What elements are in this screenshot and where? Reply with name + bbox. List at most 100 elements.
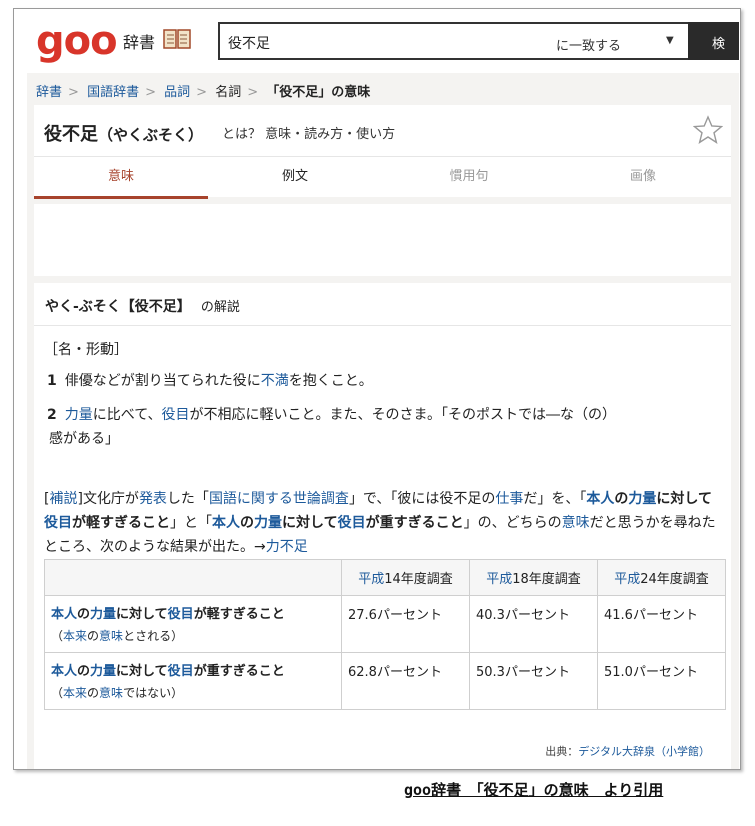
breadcrumb-jisho[interactable]: 辞書 (36, 85, 62, 100)
word-link[interactable]: 力量 (90, 607, 116, 622)
breadcrumb-separator-icon: > (196, 85, 208, 100)
word-link[interactable]: 役目 (168, 607, 194, 622)
word-link[interactable]: 本人 (212, 515, 240, 531)
table-cell: 27.6パーセント (341, 595, 470, 653)
word-link[interactable]: 本人 (51, 607, 77, 622)
note-text: 」で、「彼には役不足の (348, 491, 496, 507)
search-button[interactable]: 検 (688, 22, 739, 60)
word-link[interactable]: 国語に関する世論調査 (209, 491, 349, 507)
tab-example[interactable]: 例文 (208, 157, 382, 199)
label-text: の (77, 664, 91, 679)
sub-text: とされる） (123, 629, 184, 643)
definition-text: が不相応に軽いこと。また、そのさま。「そのポストでは―な（の） (189, 407, 616, 423)
row-label-cell: 本人の力量に対して役目が重すぎること （本来の意味ではない） (44, 652, 342, 710)
note-bold-text: の (240, 515, 254, 531)
word-link[interactable]: 役目 (168, 664, 194, 679)
header-text: 18年度調査 (512, 572, 581, 587)
dropdown-arrow-icon[interactable]: ▼ (666, 35, 674, 46)
word-link[interactable]: 平成 (614, 572, 640, 587)
breadcrumb-meishi: 名詞 (215, 85, 242, 100)
label-text: の (77, 607, 91, 622)
word-link[interactable]: 不満 (261, 373, 289, 389)
word-link[interactable]: 本人 (51, 664, 77, 679)
title-word: 役不足 (44, 124, 98, 145)
word-link[interactable]: 力量 (254, 515, 282, 531)
word-link[interactable]: 力量 (65, 407, 93, 423)
service-name[interactable]: 辞書 (123, 29, 155, 53)
note-bold-text: に対して (282, 515, 338, 531)
title-reading: （やくぶそく） (98, 126, 204, 144)
entry-headword: やく-ぶそく【役不足】 (45, 299, 191, 315)
note-bold-text: が軽すぎること (72, 515, 170, 531)
word-link[interactable]: 仕事 (495, 491, 523, 507)
word-link[interactable]: 役目 (338, 515, 366, 531)
goo-logo[interactable]: goo (36, 21, 118, 61)
tab-bar: 意味 例文 慣用句 画像 (34, 156, 731, 199)
word-link[interactable]: 力不足 (266, 539, 308, 555)
table-header-blank (44, 559, 342, 596)
table-cell: 51.0パーセント (597, 652, 726, 710)
row-label-cell: 本人の力量に対して役目が軽すぎること （本来 の意味とされる） (44, 595, 342, 653)
source-label: 出典： (545, 745, 579, 758)
table-header: 平成18年度調査 (469, 559, 598, 596)
dictionary-book-icon (163, 29, 191, 49)
row-label: 本人の力量に対して役目が軽すぎること (51, 604, 335, 626)
breadcrumb-kokugo[interactable]: 国語辞書 (87, 85, 139, 100)
source-link[interactable]: デジタル大辞泉（小学館） (578, 745, 710, 758)
label-text: に対して (116, 664, 168, 679)
entry-card: やく-ぶそく【役不足】 の解説 ［名・形動］ 1 俳優などが割り当てられた役に不満を… (34, 283, 731, 769)
word-link[interactable]: 発表 (139, 491, 167, 507)
table-cell: 40.3パーセント (469, 595, 598, 653)
word-link[interactable]: 意味 (99, 629, 123, 643)
entry-heading: やく-ぶそく【役不足】 の解説 (45, 296, 240, 316)
sub-text: （ (51, 686, 64, 700)
table-row: 本人の力量に対して役目が重すぎること （本来の意味ではない） 62.8パーセント… (44, 652, 726, 710)
title-suffix: とは？ 意味・読み方・使い方 (222, 127, 396, 142)
header-text: 14年度調査 (384, 572, 453, 587)
match-mode-select[interactable]: に一致する (556, 35, 621, 54)
table-header: 平成24年度調査 (597, 559, 726, 596)
definition-text: 感がある」 (49, 431, 119, 447)
row-label: 本人の力量に対して役目が重すぎること (51, 661, 335, 683)
breadcrumb: 辞書 > 国語辞書 > 品詞 > 名詞 > 「役不足」の意味 (36, 81, 374, 100)
word-link[interactable]: 本人 (586, 491, 614, 507)
search-button-label: 検 (712, 37, 726, 52)
tab-meaning[interactable]: 意味 (34, 157, 208, 199)
breadcrumb-separator-icon: > (68, 85, 79, 100)
supplementary-note: [補説]文化庁が発表した「国語に関する世論調査」で、「彼には役不足の仕事だ」を、… (44, 491, 716, 555)
note-text: した「 (166, 491, 209, 507)
word-link[interactable]: 本来 (63, 686, 87, 700)
sub-text: （ (51, 629, 64, 643)
page: goo 辞書 役不足 に一致する ▼ 検 辞書 > 国語辞書 > 品詞 > 名詞 > 「… (27, 9, 739, 769)
word-link[interactable]: 平成 (486, 572, 512, 587)
word-link[interactable]: 役目 (44, 515, 72, 531)
tab-idiom[interactable]: 慣用句 (382, 157, 556, 199)
word-link[interactable]: 補説 (49, 491, 77, 507)
search-input[interactable]: 役不足 (228, 33, 270, 53)
breadcrumb-separator-icon: > (247, 85, 259, 100)
table-cell: 41.6パーセント (597, 595, 726, 653)
note-text: 」と「 (170, 515, 212, 531)
breadcrumb-hinshi[interactable]: 品詞 (164, 85, 190, 100)
table-cell: 50.3パーセント (469, 652, 598, 710)
search-box[interactable]: 役不足 に一致する ▼ (218, 22, 718, 60)
word-link[interactable]: 平成 (358, 572, 384, 587)
word-link[interactable]: 意味 (99, 686, 123, 700)
word-title-card: 役不足（やくぶそく） とは？ 意味・読み方・使い方 意味 例文 慣用句 画像 (34, 105, 731, 199)
source-credit: 出典：デジタル大辞泉（小学館） (34, 743, 710, 759)
word-link[interactable]: 本来 (63, 629, 87, 643)
ad-space (34, 204, 731, 276)
citation-caption: goo辞書 「役不足」の意味 より引用 (404, 781, 664, 799)
word-link[interactable]: 力量 (90, 664, 116, 679)
definition-number: 1 (47, 373, 57, 389)
definition-text: 俳優などが割り当てられた役に (64, 373, 261, 389)
note-bold-text: の (614, 491, 629, 507)
tab-image[interactable]: 画像 (556, 157, 730, 199)
bookmark-star-icon[interactable] (693, 115, 723, 145)
table-header-row: 平成14年度調査 平成18年度調査 平成24年度調査 (44, 559, 726, 596)
word-link[interactable]: 意味 (562, 515, 590, 531)
word-link[interactable]: 役目 (162, 407, 190, 423)
label-text: が重すぎること (193, 664, 285, 679)
table-cell: 62.8パーセント (341, 652, 470, 710)
word-link[interactable]: 力量 (628, 491, 656, 507)
